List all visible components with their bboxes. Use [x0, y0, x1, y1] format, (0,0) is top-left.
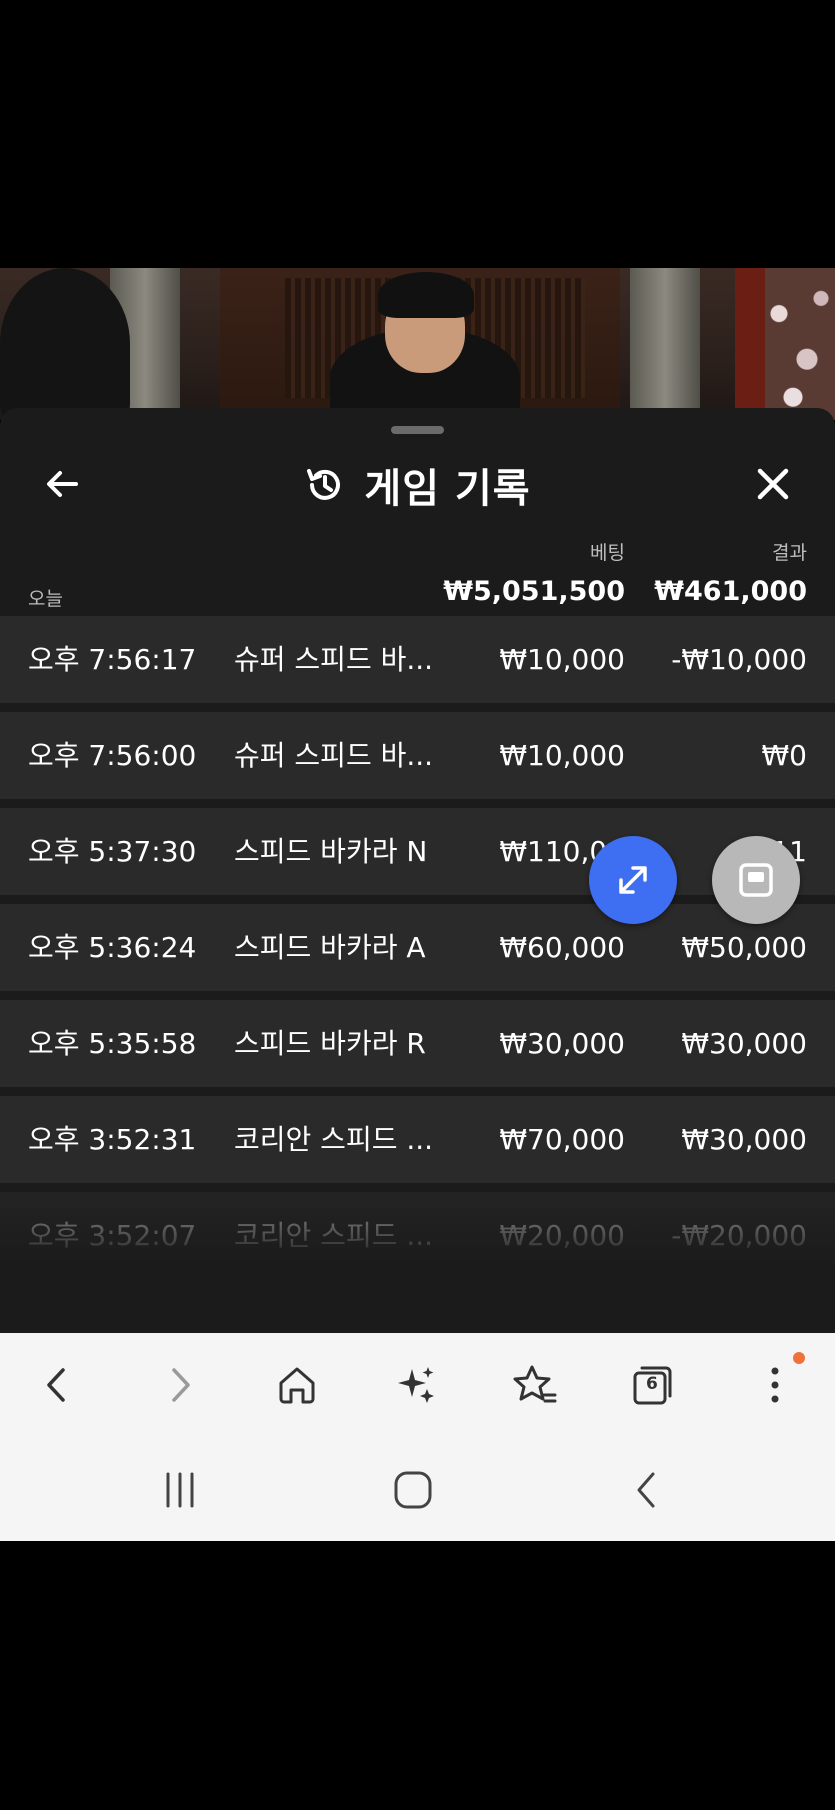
- bet-column-label: 베팅: [590, 542, 625, 564]
- record-row[interactable]: 오후 5:36:24 스피드 바카라 A ₩60,000 ₩50,000: [0, 904, 835, 991]
- record-time: 오후 5:36:24: [28, 931, 197, 964]
- video-flowers: [765, 268, 835, 420]
- sheet-drag-handle[interactable]: [391, 426, 444, 434]
- summary-header: 베팅 결과 오늘 ₩5,051,500 ₩461,000: [0, 528, 835, 613]
- forward-icon: [172, 1368, 190, 1402]
- video-pillar: [630, 268, 700, 420]
- record-game: 스피드 바카라 R: [234, 1027, 426, 1060]
- browser-back-button[interactable]: [27, 1355, 87, 1415]
- back-icon: [47, 1368, 65, 1402]
- record-row[interactable]: 오후 3:52:31 코리안 스피드 ... ₩70,000 ₩30,000: [0, 1096, 835, 1183]
- record-result: ₩0: [761, 739, 808, 772]
- sparkle-icon: [398, 1367, 434, 1403]
- recent-apps-button[interactable]: [150, 1460, 210, 1520]
- browser-menu-button[interactable]: [745, 1355, 805, 1415]
- result-total: ₩461,000: [654, 576, 807, 607]
- record-time: 오후 5:37:30: [28, 835, 197, 868]
- list-fade-overlay: [0, 1208, 835, 1333]
- record-row[interactable]: 오후 7:56:00 슈퍼 스피드 바... ₩10,000 ₩0: [0, 712, 835, 799]
- video-person-left: [0, 268, 130, 420]
- record-row[interactable]: 오후 7:56:17 슈퍼 스피드 바... ₩10,000 -₩10,000: [0, 616, 835, 703]
- sheet-title-group: 게임 기록: [0, 456, 835, 514]
- record-bet: ₩70,000: [499, 1123, 625, 1156]
- browser-ai-button[interactable]: [386, 1355, 446, 1415]
- record-result: -₩10,000: [671, 643, 807, 676]
- bet-total: ₩5,051,500: [443, 576, 625, 607]
- live-video-feed: [0, 268, 835, 420]
- history-icon: [307, 469, 341, 500]
- record-game: 슈퍼 스피드 바...: [234, 643, 434, 676]
- recent-apps-icon: [166, 1472, 194, 1508]
- home-circle-icon: [394, 1471, 432, 1509]
- record-game: 스피드 바카라 A: [234, 931, 426, 964]
- picture-in-picture-button[interactable]: [712, 836, 800, 924]
- home-icon: [279, 1367, 315, 1404]
- record-time: 오후 7:56:00: [28, 739, 197, 772]
- picture-in-picture-icon: [739, 863, 773, 897]
- record-bet: ₩10,000: [499, 739, 625, 772]
- close-button[interactable]: [747, 458, 799, 510]
- record-time: 오후 7:56:17: [28, 643, 197, 676]
- close-icon: [757, 468, 789, 500]
- record-game: 슈퍼 스피드 바...: [234, 739, 434, 772]
- record-result: ₩30,000: [681, 1027, 807, 1060]
- record-bet: ₩60,000: [499, 931, 625, 964]
- record-result: ₩30,000: [681, 1123, 807, 1156]
- record-time: 오후 5:35:58: [28, 1027, 197, 1060]
- record-bet: ₩10,000: [499, 643, 625, 676]
- record-row[interactable]: 오후 5:35:58 스피드 바카라 R ₩30,000 ₩30,000: [0, 1000, 835, 1087]
- back-nav-button[interactable]: [617, 1460, 677, 1520]
- system-navigation-bar: [0, 1438, 835, 1541]
- browser-home-button[interactable]: [267, 1355, 327, 1415]
- page-title: 게임 기록: [364, 466, 531, 512]
- record-game: 코리안 스피드 ...: [234, 1123, 434, 1156]
- browser-toolbar: 6: [0, 1333, 835, 1438]
- record-bet: ₩30,000: [499, 1027, 625, 1060]
- sheet-header: 게임 기록: [0, 438, 835, 534]
- record-row[interactable]: 오후 5:37:30 스피드 바카라 N ₩110,00 ₩11: [0, 808, 835, 895]
- expand-video-button[interactable]: [589, 836, 677, 924]
- record-game: 스피드 바카라 N: [234, 835, 428, 868]
- browser-forward-button[interactable]: [150, 1355, 210, 1415]
- tab-count: 6: [646, 1374, 658, 1394]
- back-nav-icon: [637, 1472, 655, 1508]
- game-history-sheet: 게임 기록 베팅 결과 오늘 ₩5,051,500 ₩461,000 오후 7:…: [0, 408, 835, 1333]
- browser-tabs-button[interactable]: 6: [623, 1355, 683, 1415]
- period-label: 오늘: [28, 588, 63, 610]
- bookmark-star-icon: [513, 1365, 557, 1403]
- home-nav-button[interactable]: [383, 1460, 443, 1520]
- browser-bookmarks-button[interactable]: [505, 1355, 565, 1415]
- notification-dot: [793, 1352, 805, 1364]
- video-dealer-hair: [378, 272, 474, 318]
- more-vertical-icon: [771, 1367, 779, 1403]
- records-list: 오후 7:56:17 슈퍼 스피드 바... ₩10,000 -₩10,000 …: [0, 616, 835, 1288]
- record-time: 오후 3:52:31: [28, 1123, 197, 1156]
- result-column-label: 결과: [772, 542, 807, 564]
- expand-icon: [619, 866, 647, 894]
